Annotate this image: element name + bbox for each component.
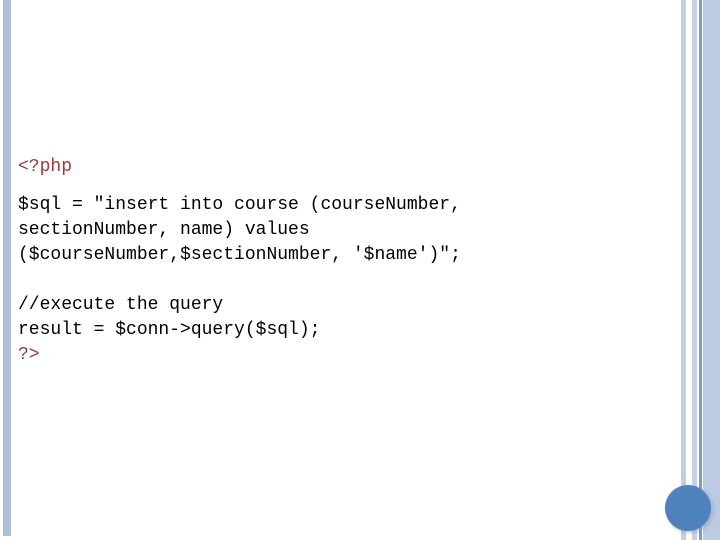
right-bar-2 xyxy=(692,0,697,540)
right-bar-3 xyxy=(699,0,702,540)
query-execution-statement: result = $conn->query($sql); xyxy=(18,320,321,340)
php-open-tag: <?php xyxy=(18,157,73,177)
php-close-tag: ?> xyxy=(18,345,40,365)
bottom-right-circle-decoration xyxy=(665,485,711,531)
execute-query-comment: //execute the query xyxy=(18,295,224,315)
slide-canvas: <?php $sql = "insert into course (course… xyxy=(0,0,720,540)
code-listing: <?php $sql = "insert into course (course… xyxy=(18,155,618,368)
sql-assignment-statement: $sql = "insert into course (courseNumber… xyxy=(18,195,472,265)
right-vertical-bars-decoration xyxy=(680,0,720,540)
right-bar-1 xyxy=(681,0,686,540)
left-vertical-bar-decoration xyxy=(3,0,11,536)
right-bar-4 xyxy=(703,0,720,540)
